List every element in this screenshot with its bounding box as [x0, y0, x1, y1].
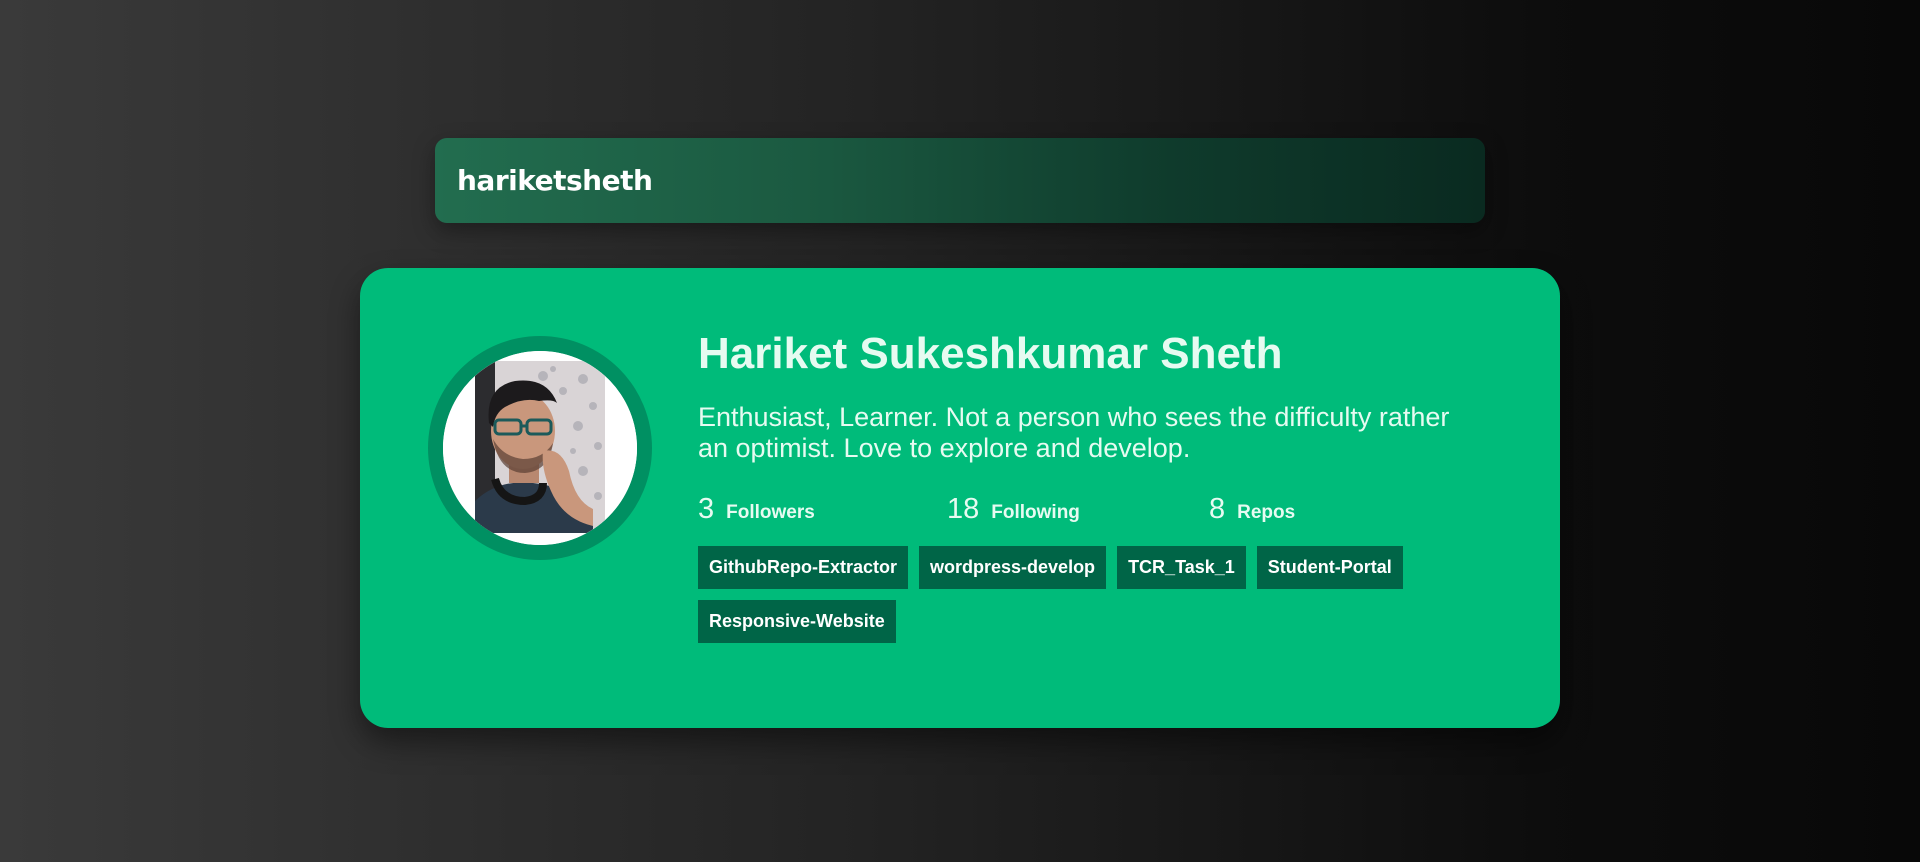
stat-repos: 8 Repos [1209, 493, 1295, 526]
avatar-ring [428, 336, 652, 560]
repo-link[interactable]: GithubRepo-Extractor [698, 546, 909, 589]
followers-label: Followers [726, 501, 815, 523]
stat-following: 18 Following [947, 493, 1209, 526]
repo-link[interactable]: Student-Portal [1256, 546, 1403, 589]
stat-followers: 3 Followers [698, 493, 947, 526]
followers-count: 3 [698, 492, 715, 525]
repos-label: Repos [1237, 501, 1296, 523]
search-bar [435, 138, 1485, 223]
repo-list: GithubRepo-Extractor wordpress-develop T… [698, 546, 1458, 654]
avatar-photo [443, 351, 637, 545]
following-count: 18 [947, 492, 980, 525]
avatar [443, 351, 637, 545]
repos-count: 8 [1209, 492, 1226, 525]
profile-card: Hariket Sukeshkumar Sheth Enthusiast, Le… [360, 268, 1560, 728]
profile-stats: 3 Followers 18 Following 8 Repos [698, 492, 1498, 526]
repo-link[interactable]: wordpress-develop [919, 546, 1107, 589]
search-input[interactable] [457, 164, 1463, 197]
profile-name: Hariket Sukeshkumar Sheth [698, 329, 1283, 378]
repo-link[interactable]: TCR_Task_1 [1117, 546, 1246, 589]
profile-info: Hariket Sukeshkumar Sheth Enthusiast, Le… [698, 328, 1498, 654]
profile-bio: Enthusiast, Learner. Not a person who se… [698, 402, 1450, 463]
repo-link[interactable]: Responsive-Website [698, 600, 896, 643]
following-label: Following [991, 501, 1080, 523]
